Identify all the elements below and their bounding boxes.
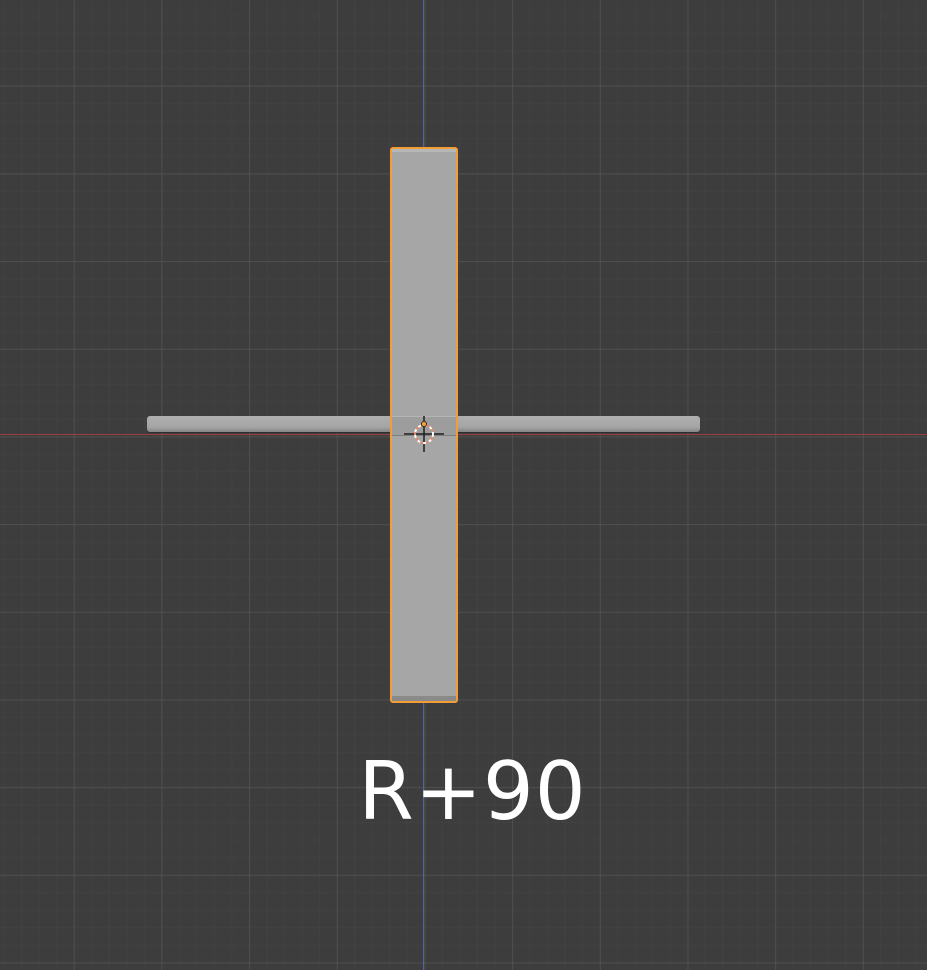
origin-pivot-icon[interactable] (402, 412, 446, 456)
x-axis-line (0, 434, 927, 435)
3d-viewport[interactable]: R+90 (0, 0, 927, 970)
shortcut-overlay-text: R+90 (358, 745, 587, 838)
bar-top-face (392, 149, 456, 152)
bar-bottom-face (392, 696, 456, 701)
